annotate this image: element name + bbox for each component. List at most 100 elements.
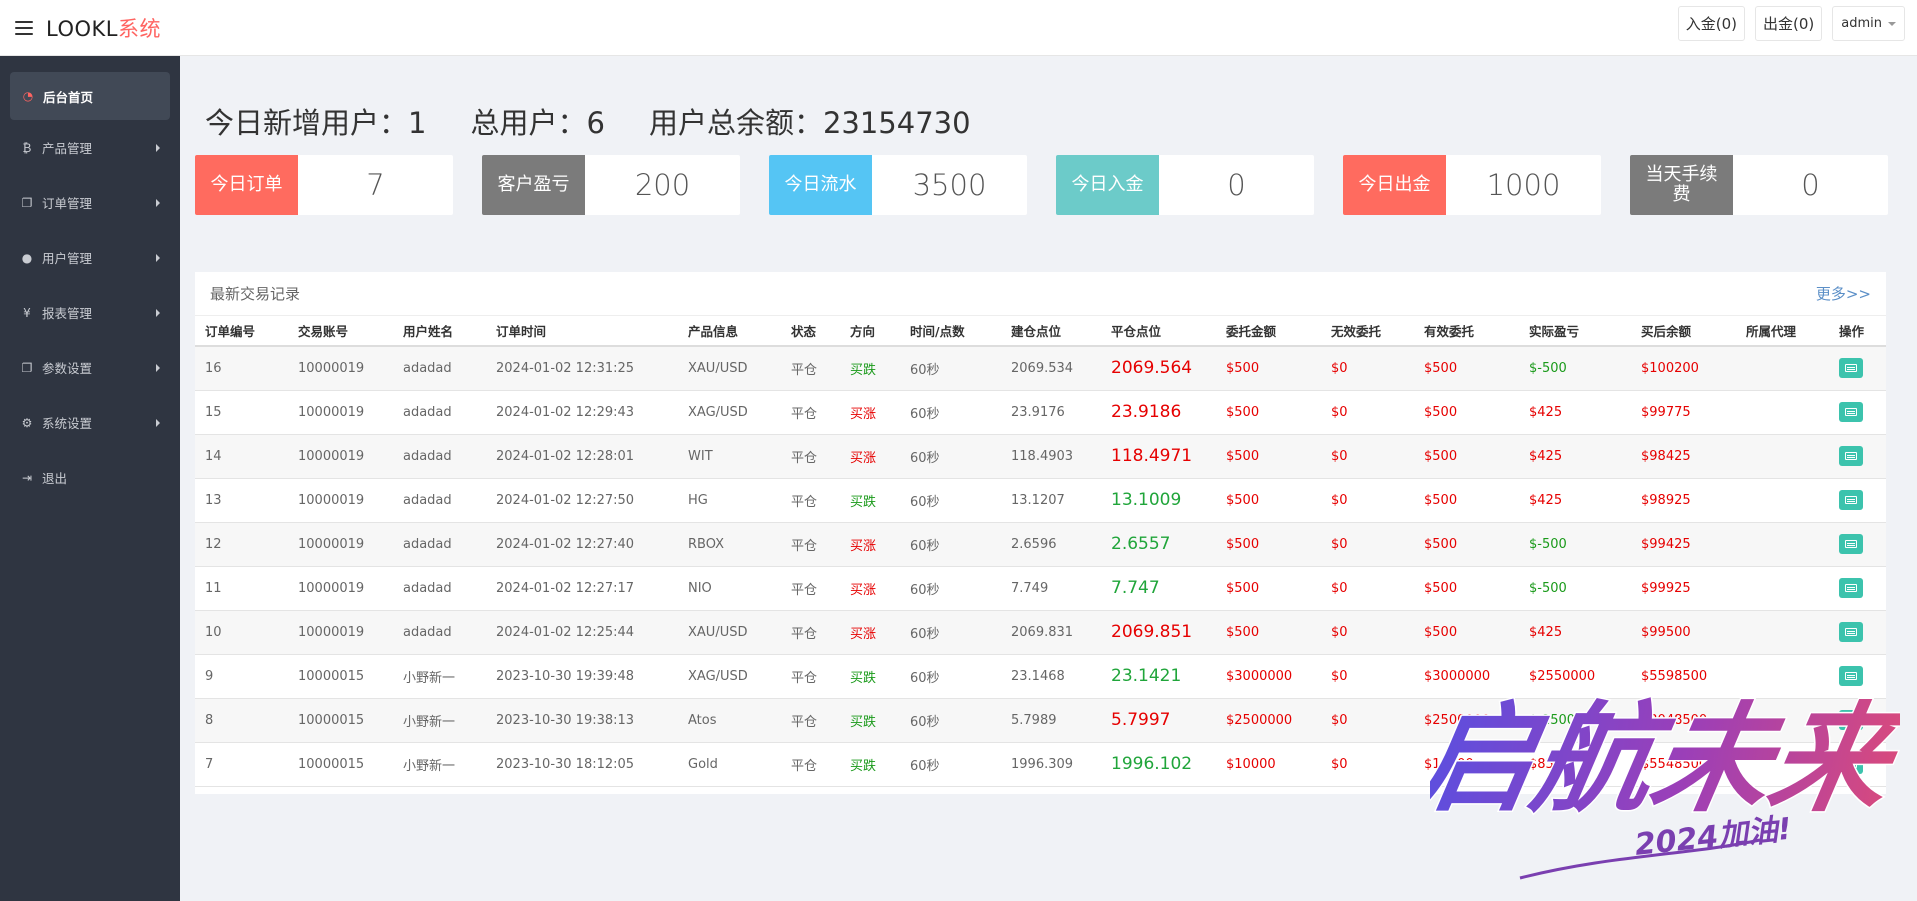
chevron-down-icon [1888,21,1896,26]
cell-name: adadad [393,610,486,655]
cell-amount: $500 [1216,478,1321,523]
cell-account: 10000019 [288,478,393,523]
panel-title: 最新交易记录 [210,285,301,303]
cell-open: 7.749 [1001,566,1101,611]
sidebar-item-3[interactable]: ❐ 订单管理 [0,175,180,230]
cell-action [1829,390,1886,435]
cell-open: 13.1207 [1001,478,1101,523]
cell-close: 13.1009 [1101,478,1216,523]
sidebar-item-5[interactable]: ¥ 报表管理 [0,285,180,340]
cell-invalid: $0 [1321,522,1414,567]
stat-card-label: 今日订单 [195,155,298,215]
sidebar: ◔ 后台首页 ₿ 产品管理 ❐ 订单管理 ● 用户管理 ¥ 报表管理 ❐ 参数设置 ⚙ 系统设置 ⇥ 退出 [0,56,180,901]
cell-name: 小野新一 [393,654,486,699]
column-header: 订单时间 [486,316,678,347]
stat-card-label: 当天手续费 [1630,155,1733,215]
view-detail-icon[interactable] [1839,402,1863,422]
cell-close: 23.1421 [1101,654,1216,699]
cell-amount: $500 [1216,346,1321,391]
stat-card-value: 0 [1227,168,1246,202]
cell-pnl: $8500 [1519,742,1631,787]
cell-id: 11 [195,566,288,611]
cell-name: adadad [393,566,486,611]
withdraw-button[interactable]: 出金(0) [1755,6,1823,41]
cell-period: 60秒 [900,478,1001,523]
cell-name: 小野新一 [393,742,486,787]
column-header: 产品信息 [678,316,781,347]
cell-close: 118.4971 [1101,434,1216,479]
stat-card-label: 今日流水 [769,155,872,215]
deposit-button[interactable]: 入金(0) [1677,6,1746,41]
cell-action [1829,610,1886,655]
cell-balance: $99500 [1631,610,1736,655]
chevron-right-icon [156,363,160,372]
view-detail-icon[interactable] [1839,534,1863,554]
sidebar-item-1[interactable]: ◔ 后台首页 [10,72,170,120]
cell-period: 60秒 [900,654,1001,699]
user-menu[interactable]: admin [1832,6,1905,41]
sidebar-item-8[interactable]: ⇥ 退出 [0,450,180,505]
cell-pnl: $425 [1519,478,1631,523]
cell-period: 60秒 [900,610,1001,655]
cell-action [1829,434,1886,479]
cell-action [1829,522,1886,567]
cell-open: 2069.534 [1001,346,1101,391]
column-header: 无效委托 [1321,316,1414,347]
table-row: 15 10000019 adadad 2024-01-02 12:29:43 XAG/U… [195,390,1886,435]
view-detail-icon[interactable] [1839,490,1863,510]
sidebar-item-4[interactable]: ● 用户管理 [0,230,180,285]
cell-dir: 买涨 [840,610,900,655]
menu-toggle-icon[interactable] [15,20,33,35]
stat-card-label: 今日出金 [1343,155,1446,215]
copy-icon: ❐ [21,360,33,375]
more-link[interactable]: 更多>> [1816,283,1871,304]
view-detail-icon[interactable] [1839,446,1863,466]
sign-out-icon: ⇥ [21,470,33,485]
cell-amount: $10000 [1216,742,1321,787]
view-detail-icon[interactable] [1839,622,1863,642]
cell-invalid: $0 [1321,478,1414,523]
view-detail-icon[interactable] [1839,578,1863,598]
recent-trades-panel: 最新交易记录 更多>> 订单编号 交易账号 用户姓名 订单时间 产品信息 状态 方向 时间/点… [195,272,1886,794]
cell-valid: $2500000 [1414,698,1519,743]
cell-invalid: $0 [1321,346,1414,391]
cell-account: 10000015 [288,742,393,787]
cell-product: XAG/USD [678,390,781,435]
table-row: 7 10000015 小野新一 2023-10-30 18:12:05 Gold 平仓 买跌… [195,742,1886,787]
sidebar-item-2[interactable]: ₿ 产品管理 [0,120,180,175]
cell-status: 平仓 [781,654,840,699]
cell-product: XAG/USD [678,654,781,699]
cell-period: 60秒 [900,522,1001,567]
dashboard-icon: ◔ [22,89,34,103]
sidebar-item-label: 退出 [42,471,68,486]
sidebar-item-6[interactable]: ❐ 参数设置 [0,340,180,395]
sidebar-item-label: 参数设置 [42,361,93,376]
view-detail-icon[interactable] [1839,710,1863,730]
cell-invalid: $0 [1321,742,1414,787]
cell-agent [1736,610,1829,655]
cell-id: 14 [195,434,288,479]
balance-label: 用户总余额： [648,106,823,140]
view-detail-icon[interactable] [1839,666,1863,686]
sidebar-item-label: 订单管理 [42,196,93,211]
cell-account: 10000015 [288,698,393,743]
total-users-label: 总用户： [470,106,587,140]
sidebar-item-7[interactable]: ⚙ 系统设置 [0,395,180,450]
cell-dir: 买涨 [840,434,900,479]
view-detail-icon[interactable] [1839,358,1863,379]
view-detail-icon[interactable] [1839,754,1863,774]
cell-amount: $500 [1216,522,1321,567]
cell-close: 23.9186 [1101,390,1216,435]
cell-amount: $500 [1216,390,1321,435]
cell-account: 10000015 [288,654,393,699]
cell-amount: $2500000 [1216,698,1321,743]
cell-id: 7 [195,742,288,787]
cell-product: XAU/USD [678,346,781,391]
cell-balance: $5598500 [1631,654,1736,699]
cell-amount: $500 [1216,434,1321,479]
bitcoin-icon: ₿ [22,140,32,155]
stat-card-value: 3500 [912,168,987,202]
table-row: 16 10000019 adadad 2024-01-02 12:31:25 XAU/U… [195,346,1886,391]
cell-balance: $100200 [1631,346,1736,391]
cell-account: 10000019 [288,390,393,435]
